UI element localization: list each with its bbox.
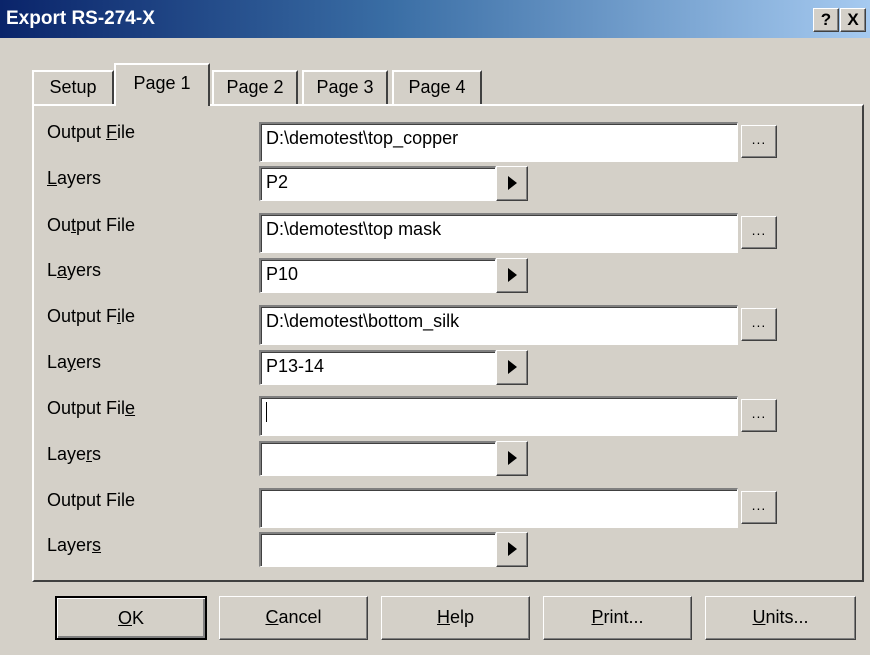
arrow-right-icon [508,176,517,190]
help-icon[interactable]: ? [813,8,839,32]
output-file-input-1[interactable]: D:\demotest\top_copper [259,122,738,162]
tab-page-2[interactable]: Page 2 [212,70,298,104]
output-file-label-3: Output File [47,306,136,326]
help-button[interactable]: Help [381,596,530,640]
layers-input-3[interactable]: P13-14 [259,350,496,385]
cancel-button[interactable]: Cancel [219,596,368,640]
layers-arrow-button-1[interactable] [496,166,528,201]
output-file-label-4: Output File [47,398,136,418]
output-file-label-1: Output File [47,122,136,142]
output-file-label-5: Output File [47,490,136,510]
close-icon[interactable]: X [840,8,866,32]
browse-button-2[interactable]: ... [741,216,777,249]
tab-label: Page 3 [316,77,374,97]
layers-label-5: Layers [47,535,102,555]
layers-arrow-button-2[interactable] [496,258,528,293]
layers-arrow-button-3[interactable] [496,350,528,385]
arrow-right-icon [508,360,517,374]
tab-page-1[interactable]: Page 1 [114,63,210,106]
layers-label-3: Layers [47,352,102,372]
layers-input-4[interactable] [259,441,496,476]
layers-label-4: Layers [47,444,102,464]
ok-button[interactable]: OK [55,596,207,640]
output-file-label-2: Output File [47,215,136,235]
title-bar: Export RS-274-X ? X [0,0,870,38]
tab-page-4[interactable]: Page 4 [392,70,482,104]
browse-button-1[interactable]: ... [741,125,777,158]
tab-label: Page 4 [408,77,466,97]
layers-arrow-button-5[interactable] [496,532,528,567]
output-file-input-5[interactable] [259,488,738,528]
layers-input-2[interactable]: P10 [259,258,496,293]
output-file-input-2[interactable]: D:\demotest\top mask [259,213,738,253]
output-file-input-4[interactable] [259,396,738,436]
layers-arrow-button-4[interactable] [496,441,528,476]
browse-button-4[interactable]: ... [741,399,777,432]
output-file-input-3[interactable]: D:\demotest\bottom_silk [259,305,738,345]
layers-input-1[interactable]: P2 [259,166,496,201]
tab-setup[interactable]: Setup [32,70,114,104]
layers-label-1: Layers [47,168,102,188]
tab-label: Page 2 [226,77,284,97]
arrow-right-icon [508,268,517,282]
layers-input-5[interactable] [259,532,496,567]
window-title: Export RS-274-X [6,8,155,29]
browse-button-5[interactable]: ... [741,491,777,524]
tab-label: Page 1 [133,73,191,93]
browse-button-3[interactable]: ... [741,308,777,341]
arrow-right-icon [508,451,517,465]
print-button[interactable]: Print... [543,596,692,640]
text-caret [266,402,267,423]
tab-label: Setup [49,77,97,97]
units-button[interactable]: Units... [705,596,856,640]
arrow-right-icon [508,542,517,556]
layers-label-2: Layers [47,260,102,280]
tab-page-3[interactable]: Page 3 [302,70,388,104]
